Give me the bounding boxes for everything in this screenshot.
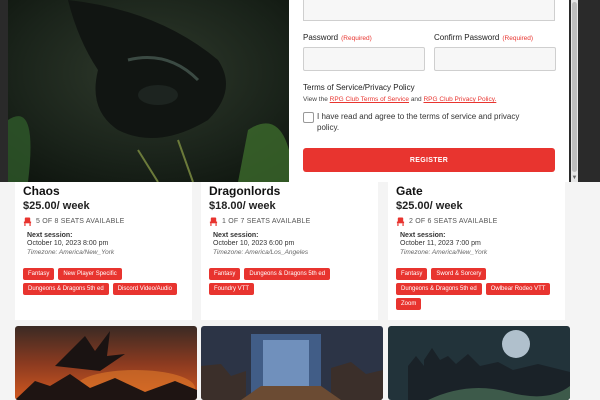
tag[interactable]: Fantasy	[209, 268, 241, 280]
required-indicator: (Required)	[341, 35, 372, 42]
listing-price: $25.00/ week	[23, 200, 90, 212]
terms-of-service-link[interactable]: RPG Club Terms of Service	[330, 96, 409, 103]
scroll-down-icon[interactable]: ▼	[571, 174, 578, 182]
password-input[interactable]	[303, 47, 425, 71]
terms-prefix: View the	[303, 96, 328, 103]
listing-title[interactable]: Gate	[396, 184, 423, 198]
timezone-text: Timezone: America/Los_Angeles	[213, 249, 309, 256]
tag-list: Fantasy Dungeons & Dragons 5th ed Foundr…	[209, 268, 374, 295]
terms-and: and	[410, 96, 422, 103]
listing-price: $18.00/ week	[209, 200, 276, 212]
panther-image	[8, 0, 289, 182]
tag[interactable]: Fantasy	[23, 268, 55, 280]
confirm-password-label: Confirm Password (Required)	[434, 33, 533, 42]
seats-text: 5 OF 8 SEATS AVAILABLE	[36, 218, 125, 225]
tag[interactable]: Sword & Sorcery	[431, 268, 487, 280]
listing-price: $25.00/ week	[396, 200, 463, 212]
tag[interactable]: New Player Specific	[58, 268, 122, 280]
listing-card-chaos[interactable]: Chaos $25.00/ week 5 OF 8 SEATS AVAILABL…	[15, 182, 192, 320]
dragon-fire-image[interactable]	[15, 326, 197, 400]
listing-card-dragonlords[interactable]: Dragonlords $18.00/ week 1 OF 7 SEATS AV…	[201, 182, 378, 320]
previous-field-input[interactable]	[303, 0, 555, 21]
tag[interactable]: Discord Video/Audio	[112, 283, 177, 295]
next-session-label: Next session:	[213, 232, 259, 239]
confirm-password-label-text: Confirm Password	[434, 33, 500, 42]
password-label-text: Password	[303, 33, 339, 42]
listing-title[interactable]: Dragonlords	[209, 184, 280, 198]
agree-checkbox[interactable]	[303, 112, 314, 123]
seats-text: 1 OF 7 SEATS AVAILABLE	[222, 218, 311, 225]
tag[interactable]: Dungeons & Dragons 5th ed	[396, 283, 482, 295]
seats-text: 2 OF 6 SEATS AVAILABLE	[409, 218, 498, 225]
next-session-date: October 10, 2023 8:00 pm	[27, 240, 109, 247]
timezone-text: Timezone: America/New_York	[27, 249, 115, 256]
tag[interactable]: Fantasy	[396, 268, 428, 280]
agree-label[interactable]: I have read and agree to the terms of se…	[317, 111, 542, 133]
scroll-thumb[interactable]	[572, 2, 577, 172]
timezone-text: Timezone: America/New_York	[400, 249, 488, 256]
seat-icon	[23, 217, 32, 226]
tag-list: Fantasy New Player Specific Dungeons & D…	[23, 268, 188, 295]
modal-overlay: Password (Required) Confirm Password (Requ…	[0, 0, 600, 182]
required-indicator: (Required)	[502, 35, 534, 42]
next-session-label: Next session:	[27, 232, 73, 239]
terms-text: View the RPG Club Terms of Service and R…	[303, 96, 496, 103]
seat-icon	[209, 217, 218, 226]
seat-icon	[396, 217, 405, 226]
seats-available: 5 OF 8 SEATS AVAILABLE	[23, 217, 124, 226]
listing-card-gate[interactable]: Gate $25.00/ week 2 OF 6 SEATS AVAILABLE…	[388, 182, 565, 320]
tag[interactable]: Owlbear Rodeo VTT	[485, 283, 551, 295]
privacy-policy-link[interactable]: RPG Club Privacy Policy.	[423, 96, 496, 103]
tag[interactable]: Dungeons & Dragons 5th ed	[244, 268, 331, 280]
tag[interactable]: Zoom	[396, 298, 422, 310]
confirm-password-input[interactable]	[434, 47, 556, 71]
next-session-date: October 10, 2023 6:00 pm	[213, 240, 295, 247]
tag[interactable]: Foundry VTT	[209, 283, 255, 295]
terms-heading: Terms of Service/Privacy Policy	[303, 83, 415, 92]
modal-scrollbar[interactable]: ▼	[571, 0, 578, 182]
next-session-date: October 11, 2023 7:00 pm	[400, 240, 481, 247]
seats-available: 2 OF 6 SEATS AVAILABLE	[396, 217, 497, 226]
moonlit-castle-image[interactable]	[388, 326, 570, 400]
portal-city-image[interactable]	[201, 326, 383, 400]
tag[interactable]: Dungeons & Dragons 5th ed	[23, 283, 109, 295]
listing-title[interactable]: Chaos	[23, 184, 60, 198]
register-button[interactable]: REGISTER	[303, 148, 555, 172]
registration-form: Password (Required) Confirm Password (Requ…	[289, 0, 569, 182]
seats-available: 1 OF 7 SEATS AVAILABLE	[209, 217, 310, 226]
tag-list: Fantasy Sword & Sorcery Dungeons & Drago…	[396, 268, 561, 310]
next-session-label: Next session:	[400, 232, 446, 239]
password-label: Password (Required)	[303, 33, 372, 42]
